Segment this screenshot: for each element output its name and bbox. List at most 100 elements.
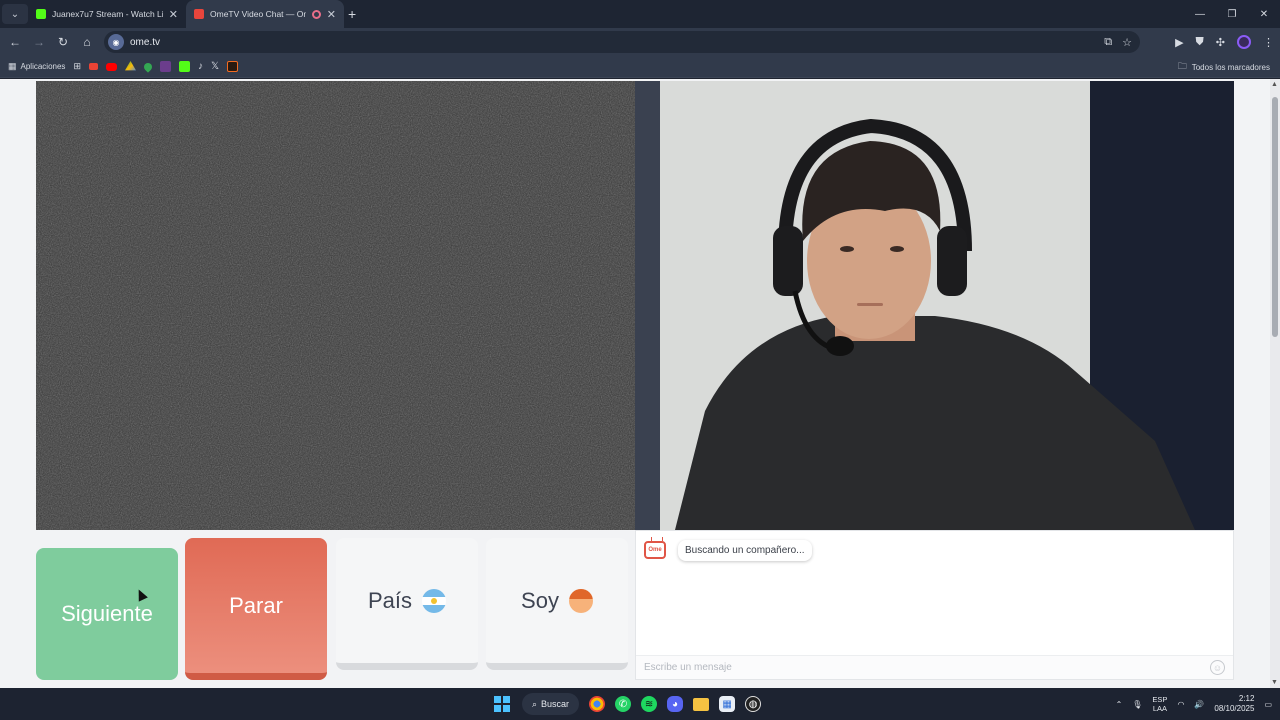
clock-time: 2:12: [1238, 694, 1255, 703]
minimize-icon[interactable]: —: [1184, 0, 1216, 28]
stop-button[interactable]: Parar: [185, 538, 327, 680]
extensions-puzzle-icon[interactable]: ✣: [1216, 36, 1225, 49]
tab-groups-icon[interactable]: ⊞: [73, 61, 81, 72]
tab-title: OmeTV Video Chat — Ome: [210, 9, 306, 19]
chevron-up-icon[interactable]: ⌃: [1116, 700, 1123, 709]
next-button-label: Siguiente: [61, 601, 153, 626]
wifi-icon[interactable]: ◠: [1177, 700, 1184, 709]
tab-strip: ⌄ Juanex7u7 Stream - Watch Live ✕ OmeTV …: [0, 0, 1280, 28]
boy-face-icon: [568, 588, 593, 613]
home-icon[interactable]: ⌂: [75, 35, 99, 49]
discord-icon[interactable]: ◕: [667, 696, 684, 712]
own-webcam-video: [635, 81, 1234, 530]
tiktok-icon[interactable]: ♪: [198, 61, 203, 72]
browser-toolbar: ← → ↻ ⌂ ◉ ome.tv ⧉ ☆ ▶ ⛊ ✣ ⋮: [0, 28, 1280, 56]
obs-icon[interactable]: ◍: [745, 696, 762, 712]
country-button-label: País: [367, 587, 413, 613]
next-button[interactable]: Siguiente: [36, 548, 178, 680]
site-info-icon[interactable]: ◉: [108, 34, 124, 50]
page-scrollbar[interactable]: ▲ ▼: [1270, 79, 1280, 688]
microphone-icon[interactable]: 🎙: [1132, 700, 1142, 709]
close-icon[interactable]: ✕: [327, 8, 336, 21]
notifications-icon[interactable]: ▭: [1264, 700, 1272, 709]
back-icon[interactable]: ←: [3, 35, 27, 49]
ometv-logo-icon: Ome: [644, 541, 666, 559]
folder-icon: 🗀: [1177, 61, 1187, 71]
extension-shield-icon[interactable]: ⛊: [1196, 36, 1204, 49]
reload-icon[interactable]: ↻: [51, 35, 75, 49]
emoji-icon[interactable]: ☺: [1210, 660, 1225, 675]
file-explorer-icon[interactable]: [693, 697, 710, 711]
stop-button-label: Parar: [229, 592, 283, 618]
extensions-area: ▶ ⛊ ✣ ⋮: [1175, 28, 1274, 56]
lang-line1: ESP: [1152, 695, 1168, 704]
bookmarks-bar: ▦ Aplicaciones ⊞ ♪ 𝕏 🗀 Todos los marcado…: [0, 56, 1280, 78]
argentina-flag-icon: [422, 588, 447, 613]
system-tray: ⌃ 🎙 ESP LAA ◠ 🔊 2:12 08/10/2025 ▭: [1116, 688, 1272, 720]
youtube-icon[interactable]: [105, 62, 117, 71]
windows-start-icon[interactable]: [492, 694, 512, 714]
apps-label: Aplicaciones: [20, 62, 66, 71]
logo-text: Ome: [648, 547, 662, 553]
webcam-scene: [635, 81, 1234, 530]
window-controls: — ❐ ✕: [1184, 0, 1280, 28]
maps-icon[interactable]: [142, 60, 154, 73]
adobe-icon[interactable]: [227, 61, 239, 72]
status-message: Buscando un compañero...: [678, 540, 812, 561]
omnibox-actions: ⧉ ☆: [1104, 31, 1132, 53]
clock-date: 08/10/2025: [1214, 704, 1255, 713]
drive-icon[interactable]: [124, 61, 136, 71]
address-bar[interactable]: ◉ ome.tv ⧉ ☆: [104, 31, 1140, 53]
search-icon: ⌕: [532, 698, 538, 709]
ometv-page: Siguiente Parar País Soy Ome Buscando un…: [0, 79, 1280, 688]
bookmark-star-icon[interactable]: ☆: [1122, 36, 1132, 49]
url-text: ome.tv: [130, 36, 161, 48]
tab-ometv[interactable]: OmeTV Video Chat — Ome ✕: [186, 0, 344, 28]
chrome-icon[interactable]: [589, 696, 606, 712]
volume-icon[interactable]: 🔊: [1194, 700, 1204, 709]
message-input-bar: ☺: [636, 655, 1233, 679]
chat-panel: Ome Buscando un compañero... ☺: [635, 530, 1234, 680]
install-app-icon[interactable]: ⧉: [1104, 36, 1112, 49]
windows-taskbar: ⌕ Buscar ✆ ≋ ◕ ▦ ◍ ⌃ 🎙 ESP LAA ◠ 🔊 2:12 …: [0, 688, 1280, 720]
message-input[interactable]: [644, 662, 1184, 673]
country-button[interactable]: País: [336, 538, 478, 670]
close-window-icon[interactable]: ✕: [1248, 0, 1280, 28]
all-bookmarks[interactable]: 🗀 Todos los marcadores: [1178, 56, 1270, 78]
all-bookmarks-label: Todos los marcadores: [1191, 62, 1270, 72]
extension-play-icon[interactable]: ▶: [1175, 36, 1183, 49]
kick-icon[interactable]: [178, 61, 190, 72]
ometv-favicon-icon: [194, 9, 204, 19]
close-icon[interactable]: ✕: [169, 8, 178, 21]
apps-grid-icon: ▦: [8, 61, 17, 71]
language-indicator[interactable]: ESP LAA: [1152, 695, 1167, 713]
tab-search-button[interactable]: ⌄: [2, 4, 28, 24]
restore-icon[interactable]: ❐: [1216, 0, 1248, 28]
store-icon[interactable]: ▦: [719, 696, 736, 712]
forward-icon[interactable]: →: [27, 35, 51, 49]
gmail-icon[interactable]: [88, 63, 98, 70]
new-tab-button[interactable]: +: [348, 6, 356, 22]
kick-favicon-icon: [36, 9, 46, 19]
profile-avatar[interactable]: [1237, 35, 1251, 49]
twitch-icon[interactable]: [159, 61, 171, 72]
menu-icon[interactable]: ⋮: [1263, 36, 1274, 49]
spotify-icon[interactable]: ≋: [641, 696, 658, 712]
clock[interactable]: 2:12 08/10/2025: [1214, 694, 1254, 714]
scroll-up-icon[interactable]: ▲: [1271, 81, 1278, 88]
search-label: Buscar: [541, 699, 570, 709]
scrollbar-thumb[interactable]: [1272, 97, 1278, 337]
recording-indicator-icon: [311, 9, 321, 19]
gender-button[interactable]: Soy: [486, 538, 628, 670]
gender-button-label: Soy: [521, 587, 559, 613]
static-noise: [36, 81, 635, 530]
x-icon[interactable]: 𝕏: [211, 61, 219, 72]
tab-title: Juanex7u7 Stream - Watch Live: [52, 9, 163, 19]
partner-video-static: [36, 81, 635, 530]
taskbar-search[interactable]: ⌕ Buscar: [522, 693, 580, 715]
whatsapp-icon[interactable]: ✆: [615, 696, 632, 712]
tab-kick-stream[interactable]: Juanex7u7 Stream - Watch Live ✕: [28, 0, 186, 28]
scroll-down-icon[interactable]: ▼: [1271, 679, 1278, 686]
apps-bookmark[interactable]: ▦ Aplicaciones: [8, 61, 65, 72]
taskbar-apps: ⌕ Buscar ✆ ≋ ◕ ▦ ◍: [492, 688, 762, 720]
